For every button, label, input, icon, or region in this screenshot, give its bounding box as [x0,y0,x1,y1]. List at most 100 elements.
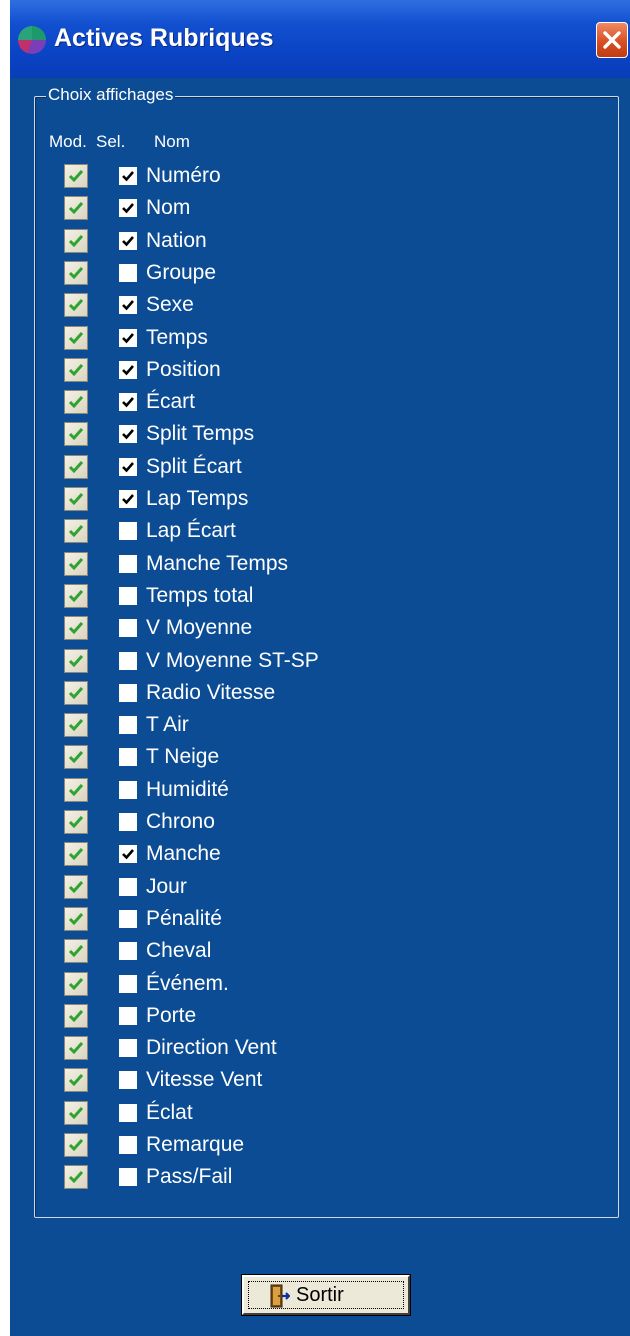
mod-checkbox[interactable] [64,422,88,447]
sel-checkbox[interactable] [119,1136,137,1154]
mod-checkbox[interactable] [64,680,88,705]
item-row: Humidité [10,777,610,807]
mod-checkbox[interactable] [64,583,88,608]
sel-checkbox[interactable] [119,231,137,250]
mod-checkbox[interactable] [64,1133,88,1157]
mod-checkbox[interactable] [64,260,88,285]
mod-checkbox[interactable] [64,745,88,770]
mod-checkbox[interactable] [64,842,88,867]
sel-checkbox[interactable] [119,748,137,767]
item-row: Temps total [10,583,610,613]
sel-checkbox[interactable] [119,1168,137,1187]
sel-checkbox[interactable] [119,716,137,735]
mod-checkbox[interactable] [64,390,88,415]
sel-checkbox[interactable] [119,1006,137,1025]
sel-checkbox[interactable] [119,490,137,508]
actives-rubriques-window: Actives Rubriques Choix affichages Mod. … [10,0,630,1336]
mod-checkbox[interactable] [64,454,88,479]
sel-checkbox[interactable] [119,199,137,218]
sel-checkbox[interactable] [119,554,137,573]
sel-checkbox[interactable] [119,813,137,831]
item-label: Humidité [146,777,229,801]
sortir-button[interactable]: Sortir [241,1274,411,1316]
mod-checkbox[interactable] [64,777,88,802]
sel-checkbox[interactable] [119,909,137,928]
mod-checkbox[interactable] [64,551,88,576]
item-row: Position [10,357,610,387]
sel-checkbox[interactable] [119,296,137,315]
sel-check-icon [122,171,134,182]
mod-checkbox[interactable] [64,810,88,834]
mod-check-icon [68,493,84,506]
sel-checkbox[interactable] [119,393,137,412]
mod-checkbox[interactable] [64,616,88,641]
item-row: Chrono [10,809,610,839]
item-label: Écart [146,390,196,414]
mod-checkbox[interactable] [64,1100,88,1125]
mod-check-icon [68,912,84,926]
mod-checkbox[interactable] [64,196,88,221]
item-row: Événem. [10,971,610,1001]
mod-checkbox[interactable] [64,648,88,673]
item-row: Jour [10,874,610,904]
mod-check-icon [68,816,84,829]
item-label: T Air [146,713,189,737]
sel-checkbox[interactable] [119,586,137,605]
mod-checkbox[interactable] [64,357,88,382]
mod-checkbox[interactable] [64,1165,88,1190]
item-label: Porte [146,1003,197,1027]
mod-checkbox[interactable] [64,1003,88,1028]
mod-checkbox[interactable] [64,519,88,544]
column-header-nom: Nom [154,132,190,151]
sel-checkbox[interactable] [119,263,137,282]
mod-check-icon [68,848,84,861]
sel-checkbox[interactable] [119,683,137,702]
mod-checkbox[interactable] [64,874,88,899]
sel-checkbox[interactable] [119,457,137,476]
title-bar[interactable]: Actives Rubriques [10,0,630,78]
mod-checkbox[interactable] [64,228,88,253]
sel-checkbox[interactable] [119,328,137,347]
sel-checkbox[interactable] [119,651,137,670]
mod-checkbox[interactable] [64,713,88,738]
item-label: Cheval [146,939,212,963]
item-label: Temps [146,325,208,349]
sel-checkbox[interactable] [119,780,137,799]
sel-checkbox[interactable] [119,425,137,444]
mod-check-icon [68,266,84,280]
mod-check-icon [68,589,84,603]
item-label: Manche Temps [146,551,289,575]
mod-checkbox[interactable] [64,1036,88,1061]
sel-checkbox[interactable] [119,845,137,864]
sel-checkbox[interactable] [119,1071,137,1090]
mod-checkbox[interactable] [64,971,88,996]
mod-checkbox[interactable] [64,1068,88,1093]
mod-checkbox[interactable] [64,939,88,964]
close-button[interactable] [596,22,628,58]
sel-checkbox[interactable] [119,1039,137,1058]
sel-checkbox[interactable] [119,942,137,961]
mod-checkbox[interactable] [64,164,88,188]
mod-checkbox[interactable] [64,906,88,931]
mod-checkbox[interactable] [64,487,88,511]
mod-checkbox[interactable] [64,325,88,350]
item-row: Sexe [10,292,610,322]
sel-check-icon [122,364,134,376]
item-row: Pass/Fail [10,1164,610,1194]
sel-checkbox[interactable] [119,1103,137,1122]
mod-checkbox[interactable] [64,293,88,318]
item-label: Nom [146,196,191,220]
sel-checkbox[interactable] [119,360,137,379]
mod-check-icon [68,331,84,344]
sel-checkbox[interactable] [119,877,137,896]
sel-checkbox[interactable] [119,619,137,638]
close-icon [603,31,621,49]
item-label: Événem. [146,971,229,995]
mod-check-icon [68,719,84,732]
item-label: V Moyenne [146,616,253,640]
sel-checkbox[interactable] [119,522,137,541]
mod-check-icon [68,557,84,570]
sel-checkbox[interactable] [119,167,137,185]
mod-check-icon [68,234,84,247]
sel-checkbox[interactable] [119,974,137,993]
